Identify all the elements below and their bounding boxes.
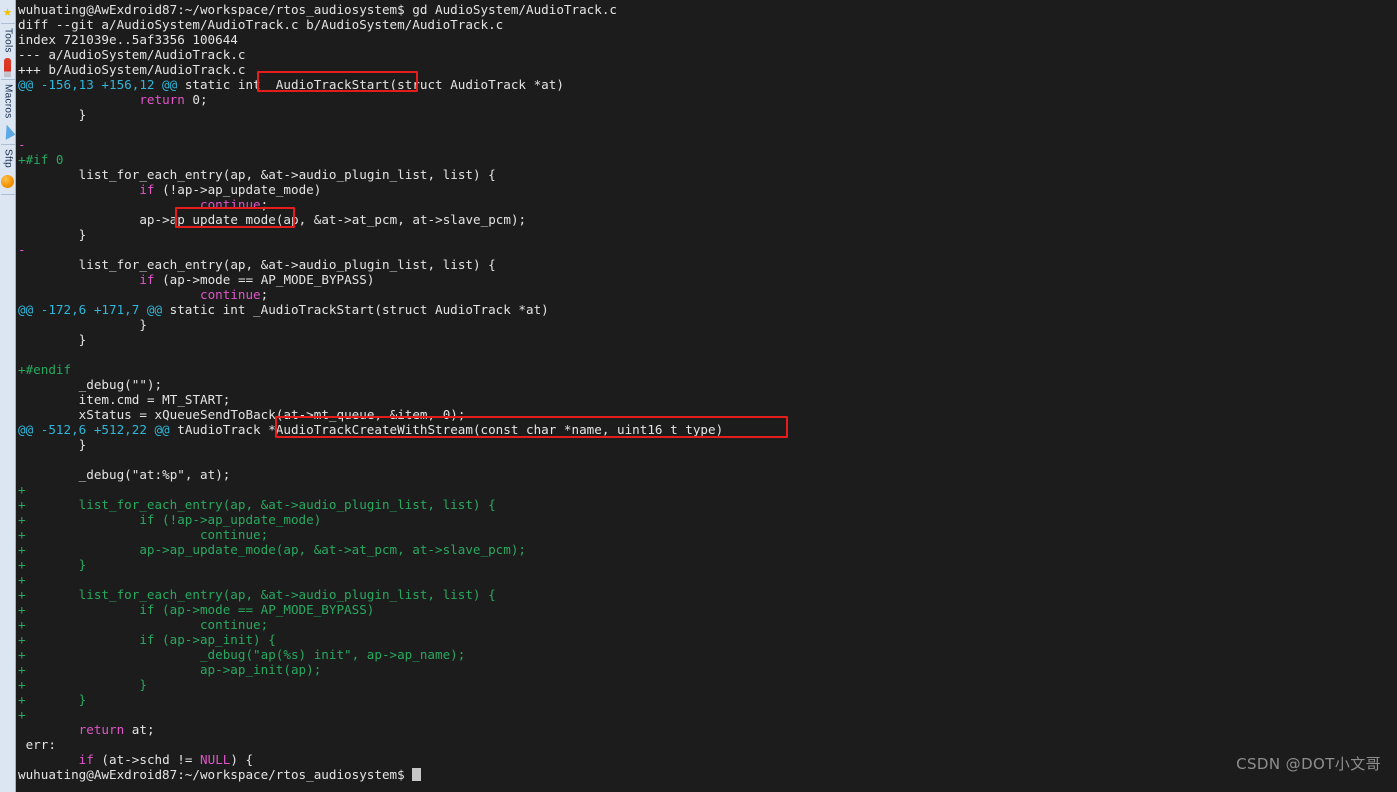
diff-line: @@ -172,6 +171,7 @@ static int _AudioTra… [18,302,549,317]
terminal-cursor [412,768,422,781]
sidebar-item-tools[interactable]: Tools [0,25,16,56]
diff-line: } [18,437,87,452]
diff-line: + continue; [18,617,269,632]
diff-line: continue; [199,197,269,212]
diff-line [18,122,1397,137]
diff-line: if (!ap->ap_update_mode) [139,182,322,197]
diff-line: - [18,242,26,257]
diff-line: diff --git a/AudioSystem/AudioTrack.c b/… [18,17,504,32]
diff-line: list_for_each_entry(ap, &at->audio_plugi… [78,167,496,182]
diff-line: xStatus = xQueueSendToBack(at->mt_queue,… [78,407,466,422]
diff-line: index 721039e..5af3356 100644 [18,32,238,47]
diff-line: item.cmd = MT_START; [78,392,231,407]
terminal-prompt-line: wuhuating@AwExdroid87:~/workspace/rtos_a… [18,2,617,17]
diff-line: --- a/AudioSystem/AudioTrack.c [18,47,246,62]
diff-line: + } [18,677,147,692]
sidebar-item-sftp[interactable]: Sftp [0,146,16,171]
diff-line: + [18,482,26,497]
diff-line: + list_for_each_entry(ap, &at->audio_plu… [18,587,496,602]
diff-line: return 0; [139,92,208,107]
diff-line: if (at->schd != NULL) { [78,752,254,767]
diff-line: - [18,137,26,152]
sidebar-divider [0,23,15,24]
diff-line: +#if 0 [18,152,64,167]
diff-line: +#endif [18,362,72,377]
watermark: CSDN @DOT小文哥 [1236,755,1381,773]
star-icon[interactable]: ★ [0,0,16,22]
diff-line: + continue; [18,527,269,542]
diff-line: + ap->ap_init(ap); [18,662,322,677]
globe-icon[interactable] [0,171,16,193]
diff-line: + list_for_each_entry(ap, &at->audio_plu… [18,497,496,512]
diff-line: + if (ap->ap_init) { [18,632,276,647]
diff-line: @@ -156,13 +156,12 @@ static int _AudioT… [18,77,564,92]
diff-line: err: [25,737,56,752]
diff-line: } [18,107,87,122]
diff-line: + ap->ap_update_mode(ap, &at->at_pcm, at… [18,542,526,557]
sidebar-divider [0,78,15,80]
knife-icon[interactable] [0,56,16,78]
diff-line: @@ -512,6 +512,22 @@ tAudioTrack *AudioT… [18,422,724,437]
screenshot-root: ★ Tools Macros Sftp wuhuating@AwExdroid8… [0,0,1397,792]
sidebar-divider [0,194,15,196]
diff-line: + _debug("ap(%s) init", ap->ap_name); [18,647,466,662]
sidebar-item-macros[interactable]: Macros [0,81,16,122]
terminal-output[interactable]: wuhuating@AwExdroid87:~/workspace/rtos_a… [16,0,1397,792]
left-sidebar: ★ Tools Macros Sftp [0,0,16,792]
diff-line: ap->ap_update_mode(ap, &at->at_pcm, at->… [139,212,527,227]
diff-line: + if (ap->mode == AP_MODE_BYPASS) [18,602,375,617]
diff-line: return at; [78,722,155,737]
plane-icon[interactable] [0,121,16,143]
diff-line: + } [18,557,87,572]
diff-line: } [18,227,87,242]
diff-line: + [18,572,26,587]
diff-line: + [18,707,26,722]
terminal-prompt-line: wuhuating@AwExdroid87:~/workspace/rtos_a… [18,767,1397,782]
diff-line: } [18,317,147,332]
diff-line: continue; [199,287,269,302]
sidebar-divider [0,144,15,146]
diff-line: + } [18,692,87,707]
diff-line [18,347,1397,362]
terminal-lines: wuhuating@AwExdroid87:~/workspace/rtos_a… [18,2,1397,782]
diff-line: _debug(""); [78,377,163,392]
diff-line [18,452,1397,467]
diff-line: _debug("at:%p", at); [78,467,231,482]
diff-line: list_for_each_entry(ap, &at->audio_plugi… [78,257,496,272]
diff-line: +++ b/AudioSystem/AudioTrack.c [18,62,246,77]
diff-line: + if (!ap->ap_update_mode) [18,512,322,527]
diff-line: if (ap->mode == AP_MODE_BYPASS) [139,272,375,287]
diff-line: } [18,332,87,347]
